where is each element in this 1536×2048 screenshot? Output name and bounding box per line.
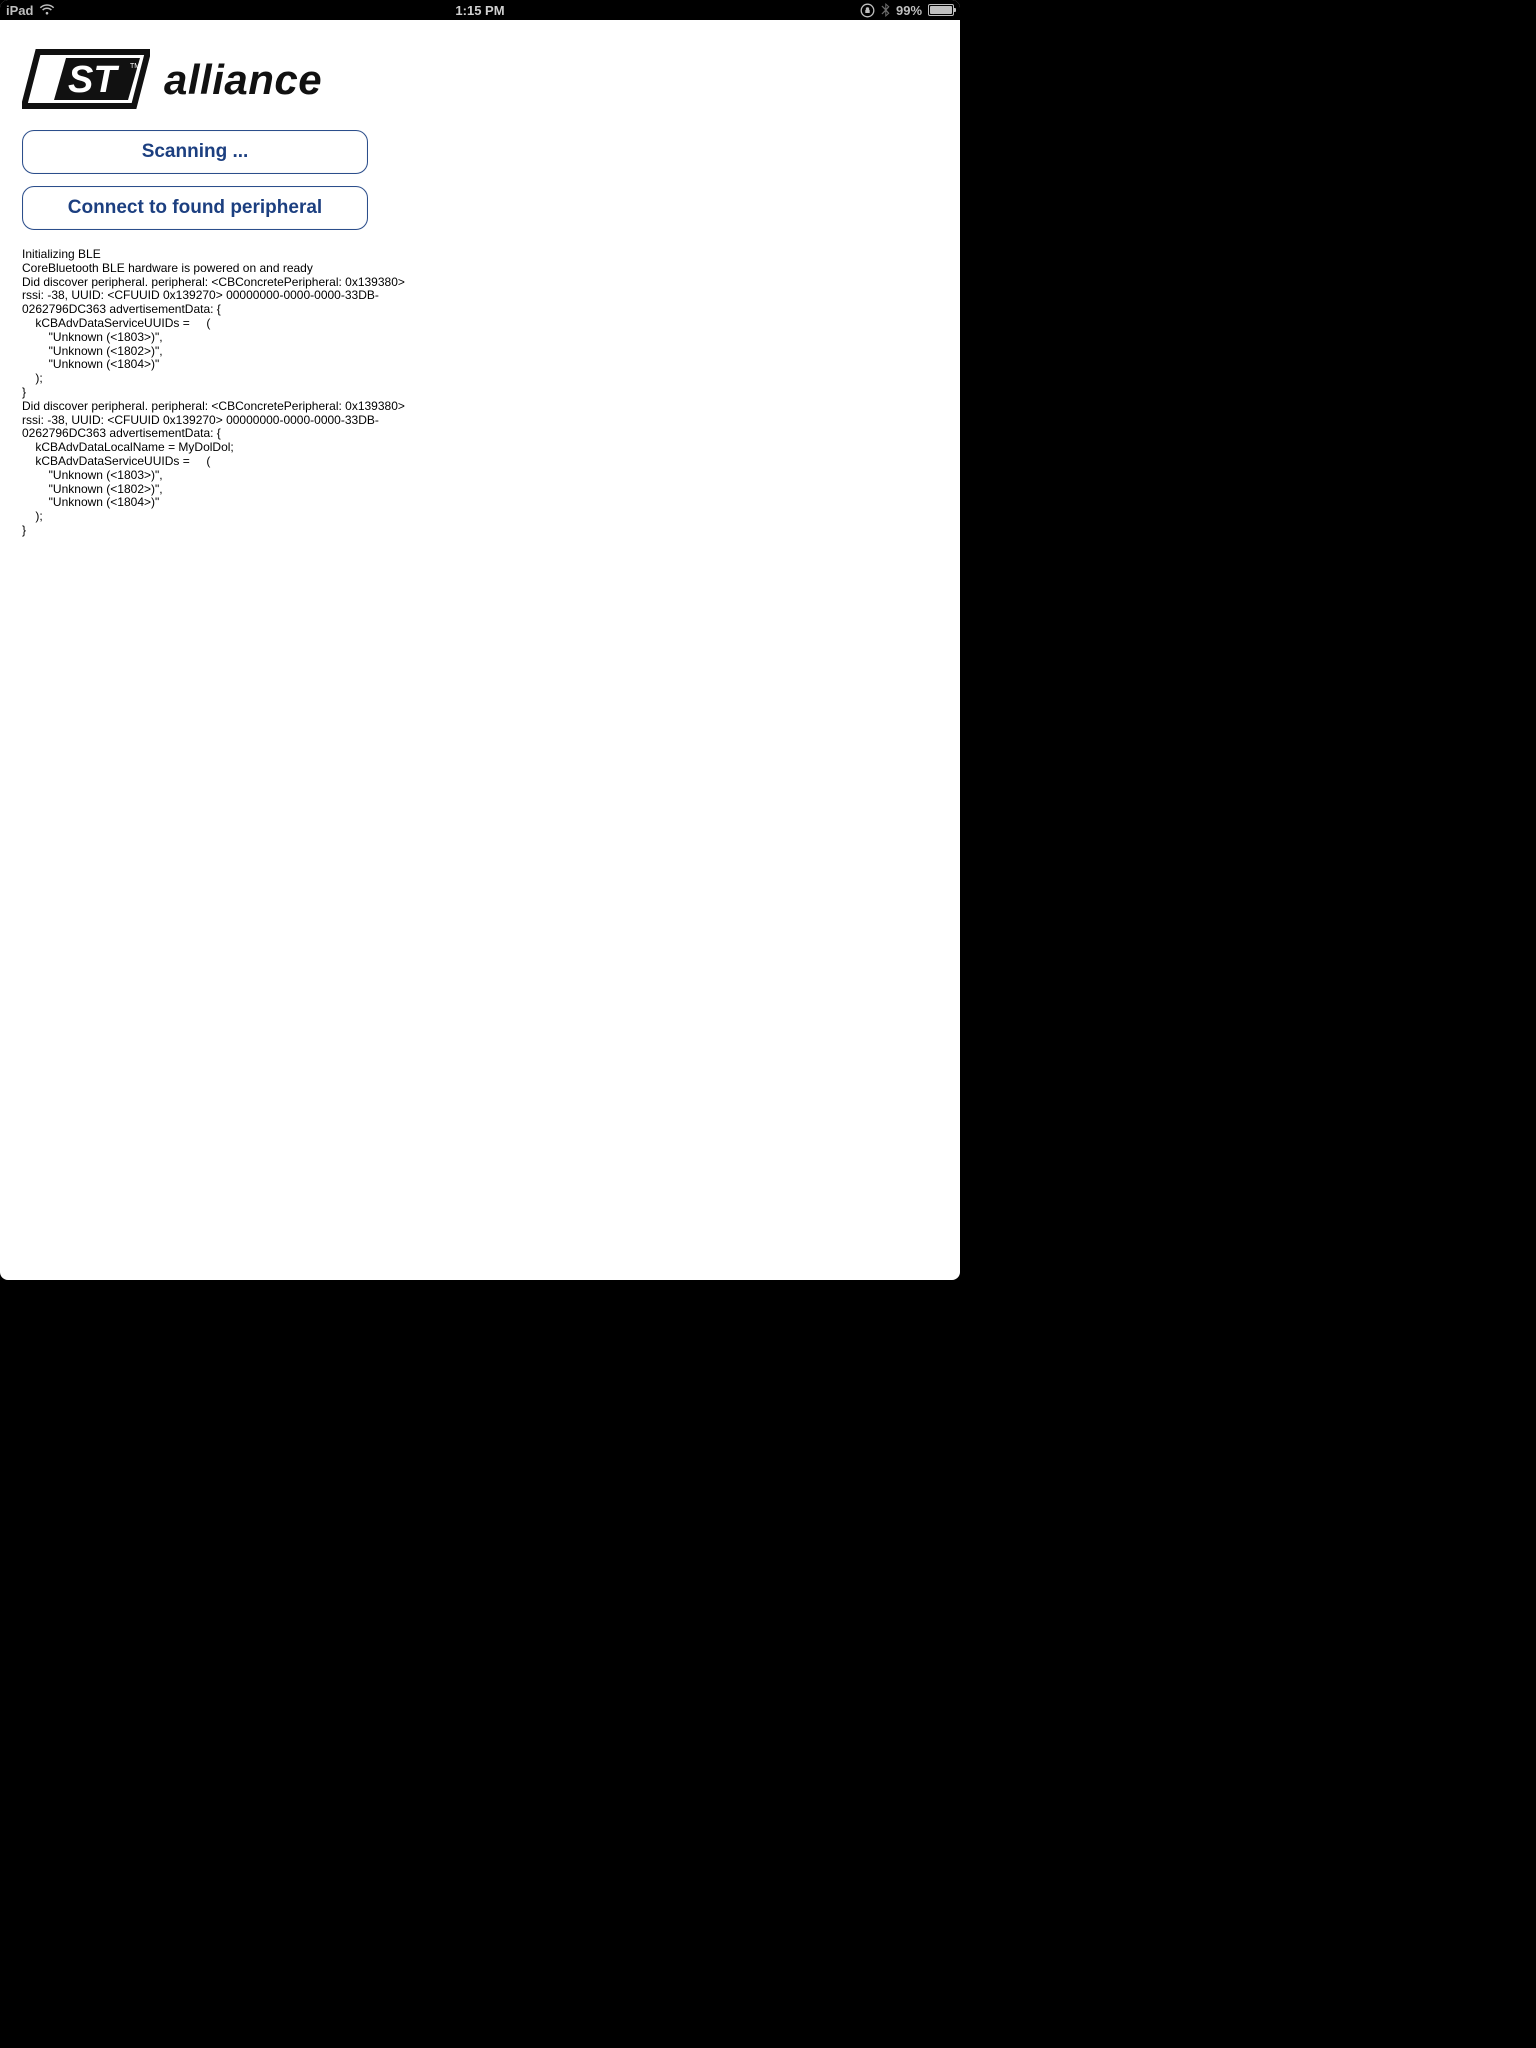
- svg-text:ST: ST: [68, 59, 119, 101]
- app-logo: ST TM alliance: [22, 48, 938, 110]
- log-output: Initializing BLE CoreBluetooth BLE hardw…: [22, 248, 442, 538]
- scan-button-label: Scanning ...: [142, 141, 249, 163]
- battery-icon: [928, 4, 954, 16]
- svg-text:TM: TM: [130, 63, 140, 70]
- wifi-icon: [39, 4, 55, 16]
- rotation-lock-icon: [860, 3, 875, 18]
- bluetooth-icon: [881, 3, 890, 17]
- logo-wordmark: alliance: [164, 56, 322, 110]
- connect-button-label: Connect to found peripheral: [68, 197, 322, 219]
- status-bar: iPad 1:15 PM 99%: [0, 0, 960, 20]
- status-time: 1:15 PM: [455, 3, 504, 18]
- battery-percent: 99%: [896, 3, 922, 18]
- device-label: iPad: [6, 3, 33, 18]
- st-mark-icon: ST TM: [22, 48, 150, 110]
- connect-button[interactable]: Connect to found peripheral: [22, 186, 368, 230]
- scan-button[interactable]: Scanning ...: [22, 130, 368, 174]
